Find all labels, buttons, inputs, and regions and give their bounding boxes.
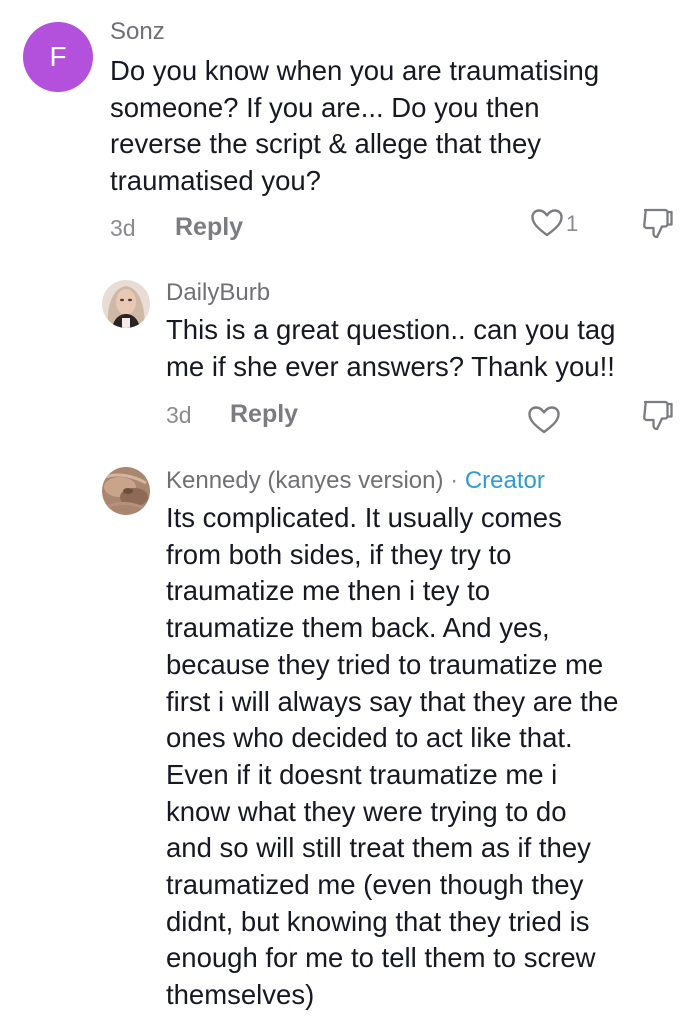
comment-text-line: themselves)	[166, 979, 315, 1011]
comment-text: This is a great question.. can you tag m…	[166, 312, 615, 385]
separator-dot: ·	[450, 467, 459, 494]
reply-comment-item: Kennedy (kanyes version) · Creator Its c…	[0, 455, 700, 1033]
comment-item: F Sonz Do you know when you are traumati…	[0, 0, 700, 270]
comment-text: Do you know when you are traumatising so…	[110, 53, 599, 200]
avatar[interactable]: F	[23, 22, 93, 92]
comment-text-line: traumatize me then i tey to	[166, 575, 491, 607]
heart-outline-icon[interactable]	[530, 208, 564, 243]
avatar[interactable]	[102, 280, 150, 328]
heart-outline-icon[interactable]	[527, 405, 561, 440]
comment-text-line: Do you know when you are traumatising	[110, 55, 600, 86]
comment-text-line: traumatize them back. And yes,	[166, 612, 550, 644]
comment-text: Its complicated. It usually comes from b…	[166, 500, 618, 1014]
comment-text-line: because they tried to traumatize me	[166, 648, 604, 680]
reply-button[interactable]: Reply	[230, 400, 298, 429]
comment-username: Kennedy (kanyes version) · Creator	[166, 467, 545, 495]
comment-timestamp: 3d	[166, 402, 192, 428]
comment-text-line: me if she ever answers? Thank you!!	[166, 350, 615, 382]
reply-button[interactable]: Reply	[175, 213, 243, 242]
comment-text-line: Even if it doesnt traumatize me i	[166, 758, 558, 790]
comment-text-line: traumatized me (even though they	[166, 869, 584, 901]
comment-username[interactable]: DailyBurb	[166, 279, 270, 307]
comment-text-line: first i will always say that they are th…	[166, 685, 619, 717]
comment-text-line: and so will still treat them as if they	[166, 832, 591, 864]
avatar[interactable]	[102, 467, 150, 515]
comment-text-line: traumatised you?	[110, 165, 321, 197]
comment-text-line: someone? If you are... Do you then	[110, 91, 540, 123]
like-count: 1	[566, 211, 579, 236]
comment-username[interactable]: Sonz	[110, 18, 165, 46]
comment-text-line: Its complicated. It usually comes	[166, 502, 562, 533]
comment-text-line: ones who decided to act like that.	[166, 722, 573, 754]
comment-text-line: This is a great question.. can you tag	[166, 314, 616, 345]
thumbs-down-outline-icon[interactable]	[640, 398, 676, 439]
username-text[interactable]: Kennedy (kanyes version)	[166, 467, 443, 494]
thumbs-down-outline-icon[interactable]	[640, 206, 676, 247]
comment-text-line: from both sides, if they try to	[166, 538, 512, 570]
comment-text-line: didnt, but knowing that they tried is	[166, 905, 590, 937]
reply-comment-item: DailyBurb This is a great question.. can…	[0, 270, 700, 450]
comment-text-line: know what they were trying to do	[166, 795, 567, 827]
creator-badge: Creator	[464, 467, 545, 494]
comment-text-line: reverse the script & allege that they	[110, 128, 542, 160]
comment-text-line: enough for me to tell them to screw	[166, 942, 596, 974]
comment-timestamp: 3d	[110, 215, 136, 241]
